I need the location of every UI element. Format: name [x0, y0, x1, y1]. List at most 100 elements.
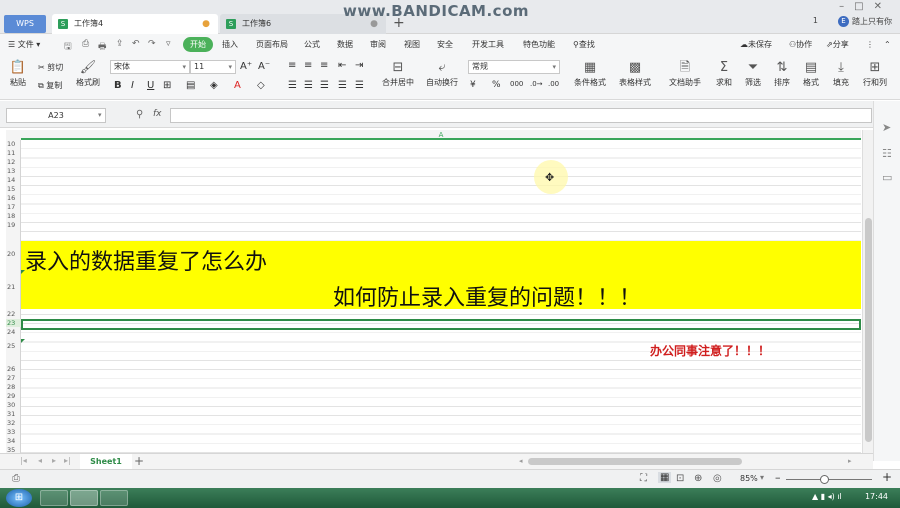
- comment-icon[interactable]: ▭: [882, 171, 892, 184]
- macro-icon[interactable]: ⎙: [12, 473, 20, 484]
- next-sheet-icon[interactable]: ▸: [52, 456, 56, 465]
- more-options-icon[interactable]: ⋮: [866, 38, 874, 52]
- tab-formulas[interactable]: 公式: [304, 38, 320, 52]
- percent-icon[interactable]: %: [492, 80, 501, 90]
- first-sheet-icon[interactable]: |◂: [20, 456, 27, 465]
- print-preview-icon[interactable]: ⎙: [82, 39, 89, 49]
- zoom-lookup-icon[interactable]: ⚲: [136, 109, 143, 120]
- row-header[interactable]: 15: [6, 185, 21, 193]
- row-header[interactable]: 17: [6, 203, 21, 211]
- row-header[interactable]: 25: [6, 342, 21, 350]
- row-header[interactable]: 32: [6, 419, 21, 427]
- maximize-icon[interactable]: □: [854, 1, 873, 12]
- row-header[interactable]: 26: [6, 365, 21, 373]
- zoom-slider-track[interactable]: [786, 479, 872, 480]
- indent-increase-icon[interactable]: ⇥: [355, 60, 363, 71]
- notification-count[interactable]: 1: [813, 16, 818, 25]
- row-header[interactable]: 34: [6, 437, 21, 445]
- reading-view-icon[interactable]: ⊕: [694, 473, 702, 484]
- currency-icon[interactable]: ¥: [470, 80, 476, 90]
- cut-button[interactable]: ✂ 剪切: [38, 62, 63, 73]
- collapse-ribbon-icon[interactable]: ⌃: [884, 38, 891, 52]
- tab-insert[interactable]: 插入: [222, 38, 238, 52]
- formula-input[interactable]: [170, 108, 872, 123]
- zoom-out-button[interactable]: –: [775, 471, 781, 484]
- windows-start-icon[interactable]: ⊞: [6, 489, 32, 507]
- indent-decrease-icon[interactable]: ⇤: [338, 60, 346, 71]
- sum-button[interactable]: Σ 求和: [711, 59, 737, 88]
- align-center-icon[interactable]: ☰: [304, 80, 313, 91]
- copy-button[interactable]: ⧉ 复制: [38, 80, 62, 91]
- unsaved-status[interactable]: ☁未保存: [740, 38, 772, 52]
- row-header[interactable]: 21: [6, 283, 21, 291]
- row-header[interactable]: 24: [6, 328, 21, 336]
- align-right-icon[interactable]: ☰: [320, 80, 329, 91]
- row-header[interactable]: 11: [6, 149, 21, 157]
- eye-protection-icon[interactable]: ◎: [713, 473, 722, 484]
- row-header[interactable]: 27: [6, 374, 21, 382]
- tab-page-layout[interactable]: 页面布局: [256, 38, 288, 52]
- font-size-select[interactable]: 11 ▾: [190, 60, 236, 74]
- align-bottom-icon[interactable]: ≡: [320, 60, 328, 71]
- name-box[interactable]: A23: [6, 108, 106, 123]
- window-controls[interactable]: –□✕: [839, 1, 892, 12]
- merge-center-button[interactable]: ⊟ 合并居中: [376, 59, 420, 88]
- chevron-down-icon[interactable]: ▾: [760, 473, 764, 482]
- vertical-scroll-thumb[interactable]: [865, 218, 872, 442]
- thousands-icon[interactable]: 000: [510, 80, 523, 88]
- normal-view-icon[interactable]: ▦: [658, 472, 672, 483]
- property-icon[interactable]: ☷: [882, 147, 892, 160]
- vertical-scrollbar[interactable]: [862, 130, 873, 453]
- select-all-corner[interactable]: [6, 130, 21, 140]
- row-header[interactable]: 33: [6, 428, 21, 436]
- redo-icon[interactable]: ↷: [148, 39, 156, 49]
- doc-helper-button[interactable]: 🗎 文档助手: [664, 59, 706, 88]
- wps-app-icon[interactable]: [70, 490, 98, 506]
- conditional-format-button[interactable]: ▦ 条件格式: [568, 59, 612, 88]
- justify-icon[interactable]: ☰: [338, 80, 347, 91]
- tab-start[interactable]: 开始: [183, 37, 213, 52]
- fx-icon[interactable]: fx: [153, 109, 162, 119]
- sort-button[interactable]: ⇅ 排序: [769, 59, 795, 88]
- tab-security[interactable]: 安全: [437, 38, 453, 52]
- file-menu[interactable]: ☰ 文件 ▾: [8, 38, 40, 52]
- fill-color-icon[interactable]: ▤: [186, 80, 195, 91]
- row-header[interactable]: 22: [6, 310, 21, 318]
- sheet-tab-sheet1[interactable]: Sheet1: [80, 454, 132, 469]
- export-icon[interactable]: ⇪: [116, 39, 124, 49]
- minimize-icon[interactable]: –: [839, 1, 854, 12]
- row-header[interactable]: 13: [6, 167, 21, 175]
- row-header[interactable]: 30: [6, 401, 21, 409]
- bold-icon[interactable]: B: [114, 80, 122, 91]
- row-header[interactable]: 18: [6, 212, 21, 220]
- row-header[interactable]: 10: [6, 140, 21, 148]
- auto-wrap-button[interactable]: ⤶ 自动换行: [422, 59, 462, 88]
- fullscreen-icon[interactable]: ⛶: [640, 473, 647, 484]
- undo-icon[interactable]: ↶: [132, 39, 140, 49]
- share-button[interactable]: ⇗分享: [826, 38, 849, 52]
- align-middle-icon[interactable]: ≡: [304, 60, 312, 71]
- zoom-slider-knob[interactable]: [820, 475, 829, 484]
- row-header[interactable]: 12: [6, 158, 21, 166]
- recorder-app-icon[interactable]: [100, 490, 128, 506]
- save-icon[interactable]: 🖫: [64, 39, 72, 55]
- tab-features[interactable]: 特色功能: [523, 38, 555, 52]
- increase-decimal-icon[interactable]: .0→: [530, 80, 543, 88]
- more-icon[interactable]: ▿: [166, 39, 171, 49]
- row-col-button[interactable]: ⊞ 行和列: [858, 59, 892, 88]
- increase-font-icon[interactable]: A⁺: [240, 61, 252, 72]
- row-header[interactable]: 20: [6, 250, 21, 258]
- selected-cell-a23[interactable]: [21, 319, 861, 330]
- add-sheet-button[interactable]: +: [134, 454, 144, 468]
- system-clock[interactable]: 17:44: [865, 492, 888, 501]
- align-top-icon[interactable]: ≡: [288, 60, 296, 71]
- tab-review[interactable]: 审阅: [370, 38, 386, 52]
- highlight-icon[interactable]: ◈: [210, 80, 218, 91]
- row-header[interactable]: 31: [6, 410, 21, 418]
- decrease-decimal-icon[interactable]: .00: [548, 80, 559, 88]
- row-header[interactable]: 16: [6, 194, 21, 202]
- browser-app-icon[interactable]: [40, 490, 68, 506]
- italic-icon[interactable]: I: [131, 80, 134, 91]
- font-name-select[interactable]: 宋体 ▾: [110, 60, 190, 74]
- page-break-view-icon[interactable]: ⊡: [676, 473, 684, 484]
